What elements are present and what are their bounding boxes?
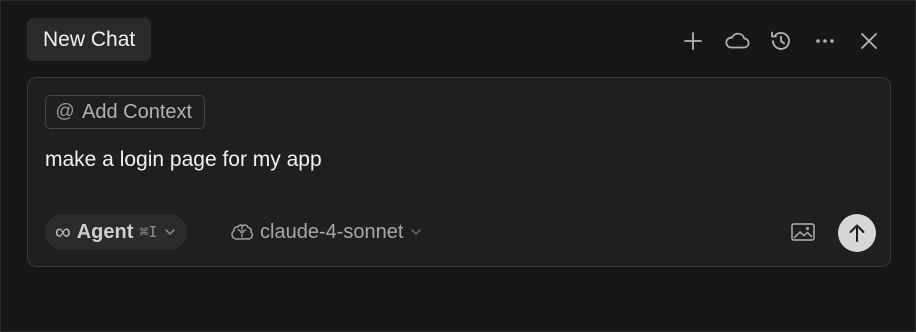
chevron-down-icon <box>411 229 422 235</box>
chat-panel: New Chat @ Add Context make a login page… <box>0 0 916 332</box>
mode-shortcut: ⌘I <box>139 223 158 241</box>
cloud-icon <box>725 32 750 49</box>
arrow-up-icon <box>849 224 865 242</box>
mode-label: Agent <box>76 220 134 243</box>
infinity-icon: ∞ <box>55 219 71 244</box>
brain-icon <box>231 224 254 240</box>
cloud-button[interactable] <box>719 23 755 59</box>
chevron-down-icon <box>165 229 176 235</box>
close-button[interactable] <box>851 23 887 59</box>
plus-icon <box>684 32 702 50</box>
send-button[interactable] <box>838 214 876 252</box>
more-button[interactable] <box>807 23 843 59</box>
model-selector[interactable]: claude-4-sonnet <box>230 214 423 250</box>
close-icon <box>861 33 877 49</box>
image-icon <box>791 223 815 241</box>
attach-image-button[interactable] <box>788 218 818 246</box>
mode-selector[interactable]: ∞ Agent ⌘I <box>45 214 188 250</box>
model-label: claude-4-sonnet <box>260 220 404 243</box>
history-button[interactable] <box>763 23 799 59</box>
add-context-button[interactable]: @ Add Context <box>45 95 206 129</box>
history-icon <box>771 31 790 50</box>
at-sign-icon: @ <box>55 101 75 122</box>
header-actions <box>675 23 887 59</box>
composer-footer: ∞ Agent ⌘I claude-4-sonnet <box>45 214 876 252</box>
tab-new-chat[interactable]: New Chat <box>27 18 152 61</box>
add-context-label: Add Context <box>82 100 193 123</box>
ellipsis-icon <box>816 39 834 43</box>
prompt-input[interactable]: make a login page for my app <box>45 148 322 172</box>
tab-title: New Chat <box>43 27 136 51</box>
chat-composer[interactable]: @ Add Context make a login page for my a… <box>27 77 891 267</box>
chat-header: New Chat <box>1 1 915 81</box>
new-chat-button[interactable] <box>675 23 711 59</box>
